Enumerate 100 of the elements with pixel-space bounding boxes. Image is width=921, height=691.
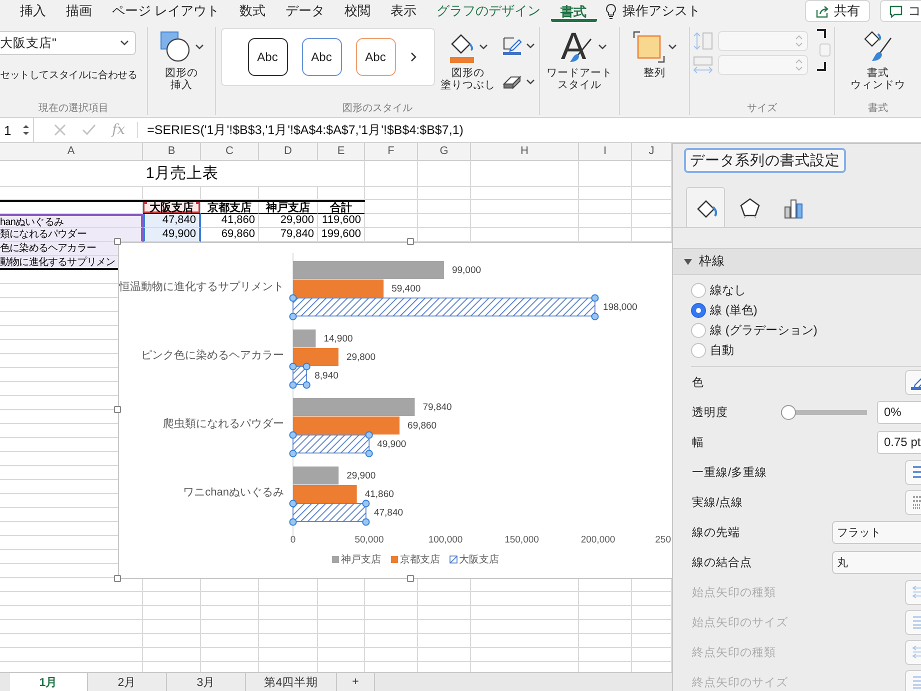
checkmark-icon[interactable]	[82, 124, 96, 136]
dropdown[interactable]: フラット	[832, 520, 921, 544]
caret-icon	[598, 44, 606, 50]
radio-button[interactable]	[691, 342, 706, 358]
radio-option[interactable]: 線 (単色)	[691, 300, 921, 320]
resize-handle[interactable]	[114, 575, 121, 582]
selection-handle[interactable]	[289, 312, 297, 320]
selection-handle[interactable]	[289, 294, 297, 302]
column-header[interactable]: G	[418, 143, 471, 161]
selection-handle[interactable]	[289, 518, 297, 526]
legend-label: 神戸支店	[341, 554, 381, 566]
formula-field[interactable]: =SERIES('1月'!$B$3,'1月'!$A$4:$A$7,'1月'!$B$4:$B$7,1)	[138, 122, 464, 138]
column-header[interactable]: E	[318, 143, 365, 161]
property-label: 幅	[692, 436, 705, 450]
style-preset[interactable]: Abc	[356, 38, 396, 76]
table-cell: 49,900	[143, 228, 201, 242]
bar[interactable]	[292, 298, 596, 316]
selection-handle[interactable]	[365, 431, 373, 439]
selection-handle[interactable]	[289, 500, 297, 508]
input-field[interactable]: 0%	[877, 400, 921, 424]
comments-button[interactable]: コ	[880, 0, 921, 22]
data-label: 14,900	[324, 333, 353, 344]
style-preset[interactable]: Abc	[248, 38, 288, 76]
tell-me-button[interactable]: 操作アシスト	[596, 2, 709, 20]
column-header[interactable]: D	[259, 143, 318, 161]
column-header[interactable]: A	[0, 143, 143, 161]
add-sheet-button[interactable]: +	[337, 673, 375, 691]
input-field[interactable]: 0.75 pt	[877, 430, 921, 454]
data-label: 49,900	[377, 438, 406, 450]
property-label: 始点矢印の種類	[692, 586, 777, 600]
column-header[interactable]: I	[579, 143, 632, 161]
column-header[interactable]: H	[471, 143, 579, 161]
selection-dropdown[interactable]: 大阪支店"	[0, 31, 136, 55]
selection-handle[interactable]	[302, 381, 310, 389]
bar[interactable]	[292, 434, 370, 454]
sheet-tab[interactable]: 1月	[10, 673, 88, 691]
wordart-button[interactable]: A ワードアート スタイル	[546, 27, 612, 91]
dropdown[interactable]: 丸	[832, 550, 921, 574]
ribbon-tab[interactable]: 描画	[56, 0, 102, 22]
slider-thumb[interactable]	[781, 404, 796, 420]
selection-handle[interactable]	[362, 518, 370, 526]
selection-handle[interactable]	[289, 362, 297, 370]
selection-handle[interactable]	[289, 381, 297, 389]
format-selection-button[interactable]: セットしてスタイルに合わせる	[0, 68, 138, 82]
column-header[interactable]: F	[365, 143, 418, 161]
radio-option[interactable]: 線 (グラデーション)	[691, 320, 921, 340]
resize-handle[interactable]	[114, 238, 121, 245]
stepper-icon[interactable]	[22, 123, 30, 137]
radio-button[interactable]	[691, 302, 706, 318]
ribbon-tab[interactable]: 数式	[230, 0, 276, 22]
column-header[interactable]: C	[201, 143, 259, 161]
caret-icon	[479, 44, 488, 50]
selection-handle[interactable]	[302, 362, 310, 370]
selection-handle[interactable]	[289, 431, 297, 439]
pane-tab[interactable]	[686, 187, 725, 227]
ribbon-tab[interactable]: 挿入	[10, 0, 56, 22]
name-box[interactable]: 1	[0, 118, 34, 142]
ribbon-tab[interactable]: データ	[276, 0, 335, 22]
ribbon-tab[interactable]: 表示	[380, 0, 427, 22]
arrange-icon	[632, 31, 664, 63]
selection-handle[interactable]	[591, 312, 599, 320]
section-header[interactable]: 枠線	[673, 249, 921, 275]
arrange-button[interactable]: 整列	[632, 27, 676, 79]
shape-fill-button[interactable]: 図形の 塗りつぶし	[440, 27, 496, 91]
lock-aspect-icon[interactable]	[814, 27, 832, 73]
sheet-tab[interactable]: 3月	[167, 673, 246, 691]
bar[interactable]	[292, 503, 366, 522]
selection-handle[interactable]	[365, 450, 373, 458]
ribbon-tab[interactable]: 書式	[550, 0, 597, 22]
radio-button[interactable]	[691, 322, 706, 338]
property-label: 色	[692, 376, 705, 390]
ribbon-tab[interactable]: ページ レイアウト	[102, 0, 230, 22]
ribbon-tab[interactable]: グラフのデザイン	[426, 0, 551, 22]
category-label: ピンク色に染めるヘアカラー	[141, 350, 284, 362]
share-icon	[815, 4, 829, 18]
expand-triangle-icon[interactable]	[683, 256, 693, 266]
selection-handle[interactable]	[591, 294, 599, 302]
property-label: 終点矢印のサイズ	[692, 676, 789, 690]
data-label: 29,900	[346, 470, 376, 482]
ribbon-tab[interactable]: 校閲	[334, 0, 381, 22]
selection-handle[interactable]	[289, 450, 297, 458]
style-preset[interactable]: Abc	[302, 38, 342, 76]
resize-handle[interactable]	[114, 406, 121, 413]
column-header[interactable]: J	[632, 143, 672, 161]
caret-icon	[526, 79, 534, 85]
share-button[interactable]: 共有	[805, 0, 870, 22]
sheet-tab[interactable]: 第4四半期	[246, 673, 337, 691]
radio-option[interactable]: 自動	[691, 340, 921, 360]
insert-shape-button[interactable]: 図形の 挿入	[160, 27, 204, 91]
radio-option[interactable]: 線なし	[691, 280, 921, 300]
radio-button[interactable]	[691, 282, 706, 298]
chart-area[interactable]: 恒温動物に進化するサプリメント 99,000 59,400 198,000 ピンク色に染めるヘアカラー 14,900 29,800 8,940 爬虫類になれるパウダー 79,840 69,860 49,900 ワニchanぬいぐるみ 29,900 41,860 47,840 0 50,000 100,000 150,000 200,000 250 神戸支店 京都支店 大阪支店	[118, 242, 672, 579]
chevron-right-icon[interactable]	[410, 52, 416, 62]
column-header[interactable]: B	[143, 143, 201, 161]
selection-handle[interactable]	[362, 500, 370, 508]
group-label: 現在の選択項目	[38, 102, 110, 115]
resize-handle[interactable]	[407, 575, 414, 582]
sheet-tab[interactable]: 2月	[88, 673, 167, 691]
format-pane-button[interactable]: 書式 ウィンドウ	[850, 27, 906, 91]
resize-handle[interactable]	[407, 238, 414, 245]
